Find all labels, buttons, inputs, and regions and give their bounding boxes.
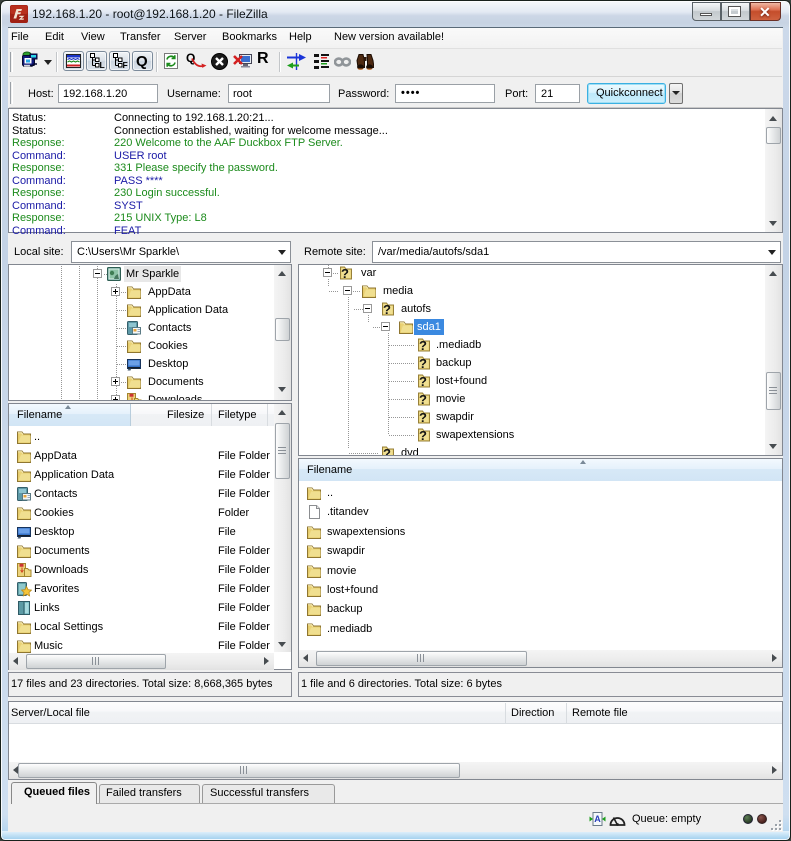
svg-text:?: ? (419, 410, 427, 425)
svg-text:F: F (123, 60, 128, 69)
svg-text:?: ? (383, 302, 391, 317)
svg-text:?: ? (419, 356, 427, 371)
svg-text:?: ? (419, 374, 427, 389)
svg-text:?: ? (419, 338, 427, 353)
svg-text:?: ? (419, 428, 427, 443)
svg-text:L: L (100, 60, 105, 69)
svg-text:?: ? (383, 446, 391, 455)
svg-text:A: A (594, 814, 601, 824)
svg-text:?: ? (419, 392, 427, 407)
svg-text:?: ? (341, 266, 349, 281)
